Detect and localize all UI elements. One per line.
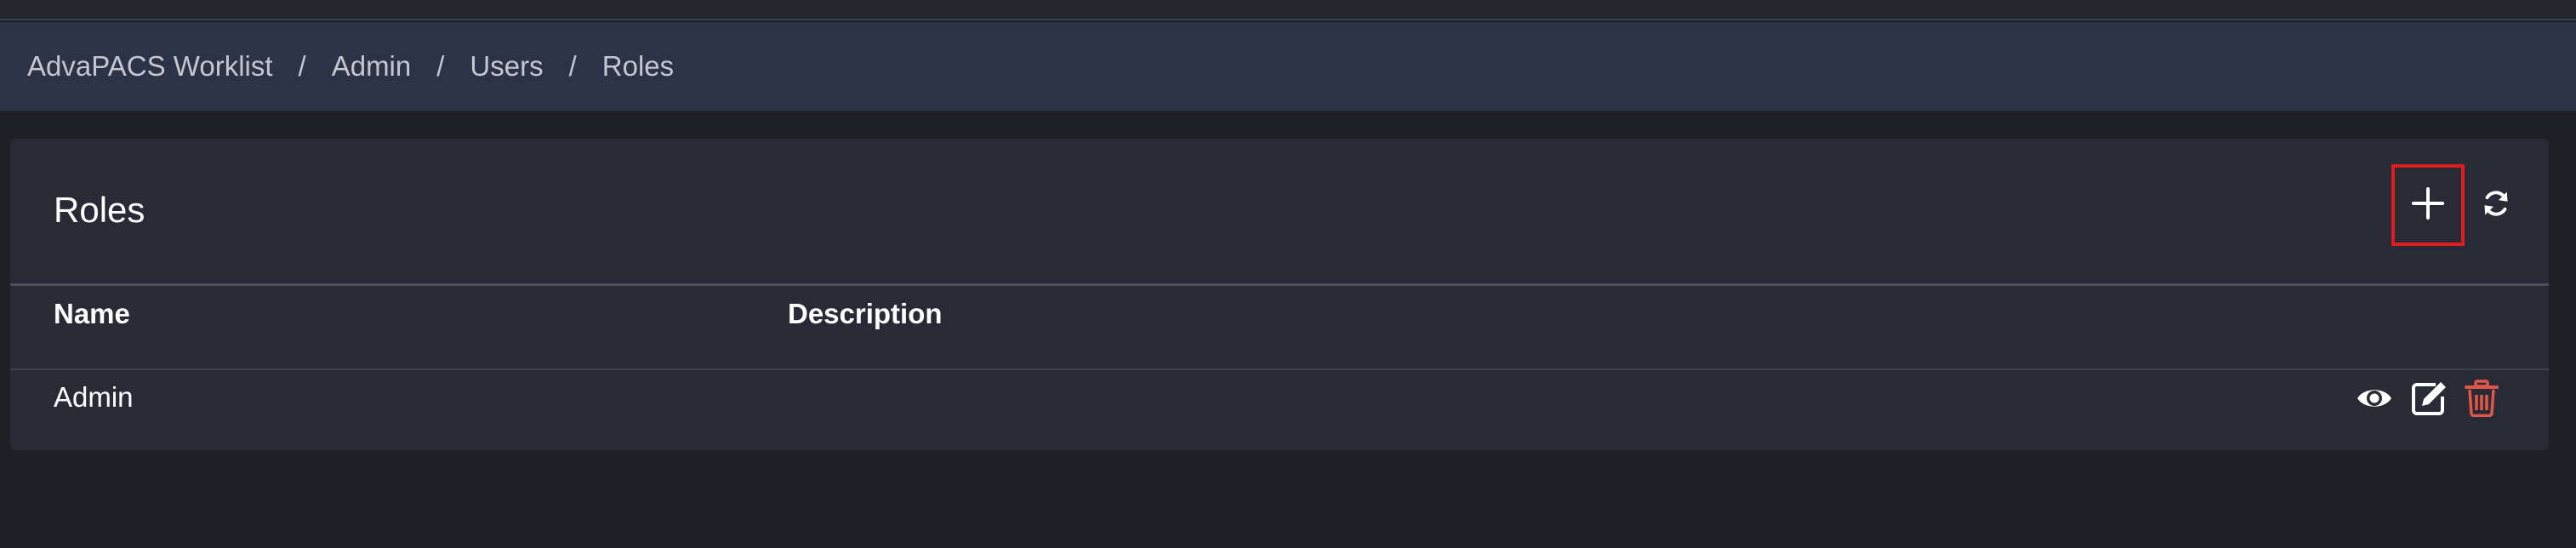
breadcrumb-item-users[interactable]: Users xyxy=(470,50,543,83)
refresh-button[interactable] xyxy=(2477,186,2515,224)
breadcrumb-item-worklist[interactable]: AdvaPACS Worklist xyxy=(27,50,273,83)
table-header xyxy=(10,288,2549,370)
roles-panel: Roles Name Description Admin xyxy=(10,139,2549,450)
breadcrumb-separator: / xyxy=(436,50,445,82)
breadcrumb-separator: / xyxy=(568,50,577,82)
column-header-name[interactable]: Name xyxy=(54,298,130,330)
plus-icon xyxy=(2411,186,2445,225)
eye-icon[interactable] xyxy=(2356,383,2393,414)
role-name-cell: Admin xyxy=(54,381,134,413)
breadcrumb: AdvaPACS Worklist / Admin / Users / Role… xyxy=(0,22,2576,111)
panel-header: Roles xyxy=(10,139,2549,286)
row-actions xyxy=(2356,373,2499,424)
add-role-button[interactable] xyxy=(2391,164,2465,246)
breadcrumb-item-admin[interactable]: Admin xyxy=(332,50,412,83)
column-header-description[interactable]: Description xyxy=(788,298,943,330)
top-strip xyxy=(0,0,2576,20)
page-title: Roles xyxy=(54,190,145,230)
trash-icon[interactable] xyxy=(2465,380,2499,417)
refresh-icon xyxy=(2481,188,2511,223)
breadcrumb-separator: / xyxy=(298,50,306,82)
breadcrumb-item-roles[interactable]: Roles xyxy=(602,50,674,83)
edit-icon[interactable] xyxy=(2410,380,2448,417)
